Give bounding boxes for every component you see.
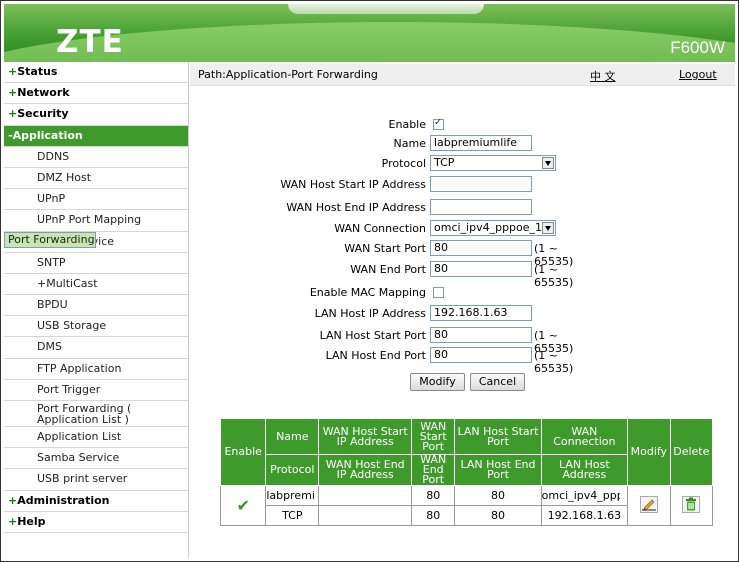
protocol-select[interactable]: TCP (430, 155, 556, 171)
nav-help[interactable]: +Help (4, 511, 188, 533)
name-label: Name (393, 137, 426, 150)
row-lan-end-port-cell: 80 (454, 505, 542, 526)
lan-end-port-range: (1 ~ 65535) (534, 349, 574, 375)
logout-link[interactable]: Logout (679, 68, 717, 81)
wan-start-ip-label: WAN Host Start IP Address (280, 178, 426, 191)
lan-start-port-label: LAN Host Start Port (319, 329, 426, 342)
brand-logo: ZTE (56, 24, 124, 60)
lan-ip-input[interactable]: 192.168.1.63 (430, 305, 532, 321)
col-wan-connection: WAN Connection (540, 418, 629, 455)
nav-security-label: Security (17, 107, 69, 121)
trash-icon[interactable] (682, 496, 701, 513)
sidebar-item-port-trigger[interactable]: Port Trigger (4, 379, 188, 401)
name-input[interactable]: labpremiumlife (430, 135, 532, 151)
col-enable: Enable (219, 418, 267, 486)
row-wan-connection-cell: omci_ipv4_pppoe_1 (540, 485, 629, 506)
device-model: F600W (670, 38, 725, 57)
col-modify: Modify (627, 418, 671, 486)
chevron-down-icon (542, 157, 554, 169)
row-wan-end-ip-cell (318, 505, 413, 526)
lan-end-port-label: LAN Host End Port (325, 349, 426, 362)
sidebar-item-port-forwarding-app-list[interactable]: Port Forwarding ( Application List ) (4, 401, 188, 427)
protocol-select-value: TCP (434, 156, 455, 169)
path-bar: Path:Application-Port Forwarding 中 文 Log… (190, 64, 735, 86)
lan-ip-label: LAN Host IP Address (314, 307, 426, 320)
wan-end-ip-label: WAN Host End IP Address (286, 201, 426, 214)
row-lan-start-port-cell: 80 (454, 485, 542, 506)
pencil-icon[interactable] (639, 496, 658, 513)
header-banner: ZTE F600W (4, 4, 735, 62)
port-forwarding-table: Enable Name WAN Host Start IP Address WA… (219, 418, 714, 526)
chevron-down-icon (542, 222, 554, 234)
nav-help-label: Help (17, 514, 46, 528)
row-enabled-cell: ✔ (219, 485, 267, 526)
nav-administration[interactable]: +Administration (4, 490, 188, 512)
row-protocol-cell: TCP (265, 505, 320, 526)
col-lan-end-port: LAN Host End Port (454, 454, 542, 486)
wan-end-port-input[interactable]: 80 (430, 261, 532, 277)
row-name-value: labpremiumlife (266, 489, 315, 502)
col-wan-end-ip: WAN Host End IP Address (318, 454, 413, 486)
row-wan-start-port-cell: 80 (411, 485, 456, 506)
row-modify-cell (627, 485, 671, 526)
row-lan-ip-cell: 192.168.1.63 (540, 505, 629, 526)
row-name-cell: labpremiumlife (265, 485, 320, 506)
row-wan-end-port-cell: 80 (411, 505, 456, 526)
col-name: Name (265, 418, 320, 455)
table-row: ✔ labpremiumlife 80 80 omci_ipv4_pppoe_1 (219, 485, 714, 526)
enable-label: Enable (388, 118, 426, 131)
nav-status-label: Status (17, 65, 58, 78)
col-wan-end-port: WAN End Port (411, 454, 456, 486)
sidebar-item-multicast-label: MultiCast (46, 276, 98, 290)
wan-connection-select[interactable]: omci_ipv4_pppoe_1 (430, 220, 556, 236)
col-wan-start-ip: WAN Host Start IP Address (318, 418, 413, 455)
wan-end-port-label: WAN End Port (350, 263, 426, 276)
wan-end-port-range: (1 ~ 65535) (534, 263, 574, 289)
mac-mapping-checkbox[interactable] (433, 287, 444, 298)
language-link[interactable]: 中 文 (590, 68, 616, 84)
sidebar-item-usb-print-server[interactable]: USB print server (4, 469, 188, 491)
wan-start-port-label: WAN Start Port (344, 242, 426, 255)
col-lan-ip: LAN Host Address (540, 454, 629, 486)
check-icon: ✔ (236, 496, 250, 515)
lan-end-port-input[interactable]: 80 (430, 347, 532, 363)
col-lan-start-port: LAN Host Start Port (454, 418, 542, 455)
nav-network[interactable]: +Network (4, 83, 188, 105)
wan-start-ip-input[interactable] (430, 176, 532, 192)
row-delete-cell (669, 485, 714, 526)
row-wan-connection-value: omci_ipv4_pppoe_1 (541, 489, 620, 502)
modify-button[interactable]: Modify (410, 373, 465, 391)
wan-end-ip-input[interactable] (430, 199, 532, 215)
cancel-button[interactable]: Cancel (470, 373, 525, 391)
sidebar-item-port-forwarding[interactable]: Port Forwarding (4, 231, 96, 248)
nav-network-label: Network (17, 86, 70, 100)
wan-start-port-input[interactable]: 80 (430, 240, 532, 256)
lan-start-port-input[interactable]: 80 (430, 327, 532, 343)
nav-application-label: Application (12, 128, 83, 142)
mac-mapping-label: Enable MAC Mapping (309, 286, 426, 299)
wan-connection-label: WAN Connection (334, 222, 426, 235)
protocol-label: Protocol (381, 157, 426, 170)
col-delete: Delete (669, 418, 714, 486)
nav-status[interactable]: +Status (4, 62, 188, 84)
sidebar-item-application-list[interactable]: Application List (4, 427, 188, 449)
row-wan-start-ip-cell (318, 485, 413, 506)
col-wan-start-port: WAN Start Port (411, 418, 456, 455)
enable-checkbox[interactable] (433, 117, 444, 130)
nav-administration-label: Administration (17, 493, 110, 507)
sidebar-item-samba-service[interactable]: Samba Service (4, 448, 188, 470)
wan-connection-select-value: omci_ipv4_pppoe_1 (434, 221, 543, 234)
col-protocol: Protocol (265, 454, 320, 486)
header-tab-decoration (288, 4, 484, 14)
breadcrumb: Path:Application-Port Forwarding (198, 68, 378, 81)
